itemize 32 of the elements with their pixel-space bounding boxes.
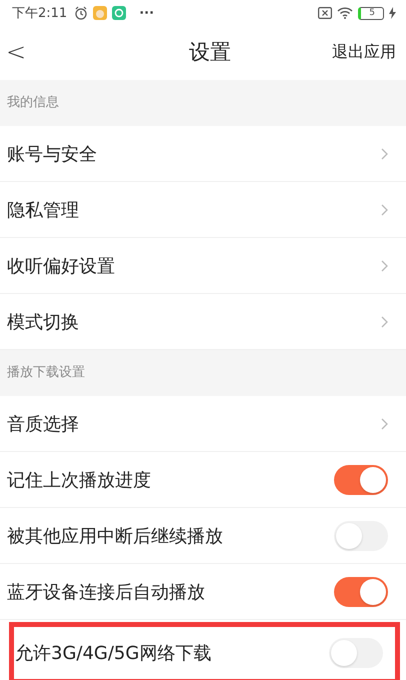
setting-label[interactable]: 账号与安全 (7, 142, 97, 166)
wifi-icon (337, 7, 354, 19)
setting-label[interactable]: 记住上次播放进度 (7, 468, 151, 492)
chevron-right-icon[interactable] (381, 204, 388, 216)
more-notifications: ··· (139, 6, 154, 20)
section-header: 我的信息 (0, 80, 406, 126)
battery-indicator: 5 (358, 6, 384, 20)
status-time: 下午2:11 (12, 5, 68, 22)
alarm-clock-icon (74, 6, 88, 20)
setting-label[interactable]: 音质选择 (7, 412, 79, 436)
exit-app-button[interactable]: 退出应用 (332, 42, 396, 62)
app-icon (93, 6, 108, 20)
toggle-switch[interactable] (334, 464, 388, 494)
chevron-right-icon[interactable] (381, 316, 388, 328)
section-header: 播放下载设置 (0, 350, 406, 396)
charging-bolt-icon (389, 7, 396, 19)
setting-label[interactable]: 蓝牙设备连接后自动播放 (7, 580, 205, 604)
back-button[interactable]: < (6, 38, 26, 66)
toggle-switch[interactable] (329, 638, 383, 668)
toggle-switch[interactable] (334, 576, 388, 606)
setting-label[interactable]: 模式切换 (7, 310, 79, 334)
page-title: 设置 (189, 39, 232, 66)
chevron-right-icon[interactable] (381, 260, 388, 272)
setting-label[interactable]: 收听偏好设置 (7, 254, 115, 278)
app-icon (112, 6, 126, 20)
setting-label[interactable]: 被其他应用中断后继续播放 (7, 524, 223, 548)
setting-label[interactable]: 允许3G/4G/5G网络下载 (15, 641, 212, 665)
setting-label[interactable]: 隐私管理 (7, 198, 79, 222)
no-sim-icon (318, 7, 332, 19)
chevron-right-icon[interactable] (381, 148, 388, 160)
chevron-right-icon[interactable] (381, 418, 388, 430)
toggle-switch[interactable] (334, 520, 388, 550)
